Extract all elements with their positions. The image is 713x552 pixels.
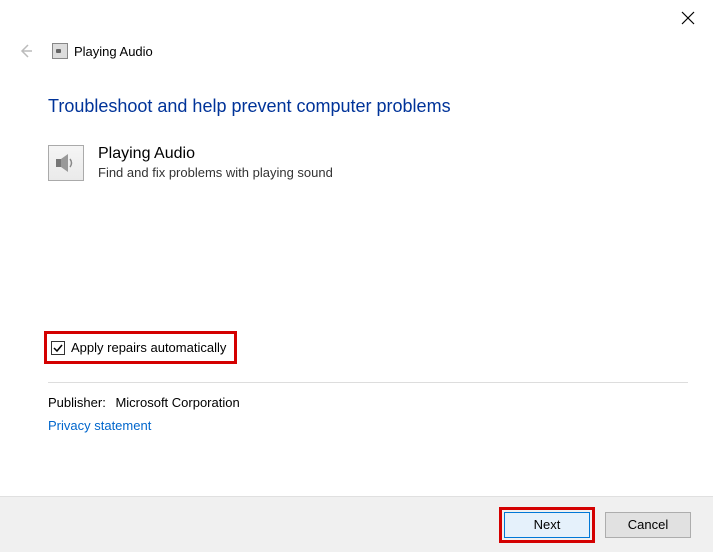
cancel-button[interactable]: Cancel <box>605 512 691 538</box>
page-heading: Troubleshoot and help prevent computer p… <box>48 96 693 117</box>
next-button[interactable]: Next <box>504 512 590 538</box>
button-bar: Next Cancel <box>0 496 713 552</box>
apply-repairs-checkbox[interactable]: Apply repairs automatically <box>44 331 237 364</box>
window-title: Playing Audio <box>74 44 153 59</box>
troubleshooter-description: Find and fix problems with playing sound <box>98 165 333 180</box>
troubleshooter-name: Playing Audio <box>98 145 333 163</box>
checkbox-icon <box>51 341 65 355</box>
back-arrow-icon[interactable] <box>16 41 36 61</box>
apply-repairs-label: Apply repairs automatically <box>71 340 226 355</box>
next-button-highlight: Next <box>499 507 595 543</box>
divider <box>48 382 688 383</box>
close-icon[interactable] <box>681 11 695 25</box>
speaker-icon <box>48 145 84 181</box>
troubleshooter-app-icon <box>52 43 68 59</box>
privacy-statement-link[interactable]: Privacy statement <box>48 418 693 433</box>
publisher-value: Microsoft Corporation <box>115 395 239 410</box>
publisher-row: Publisher: Microsoft Corporation <box>48 395 693 410</box>
troubleshooter-item: Playing Audio Find and fix problems with… <box>48 145 693 181</box>
publisher-label: Publisher: <box>48 395 106 410</box>
